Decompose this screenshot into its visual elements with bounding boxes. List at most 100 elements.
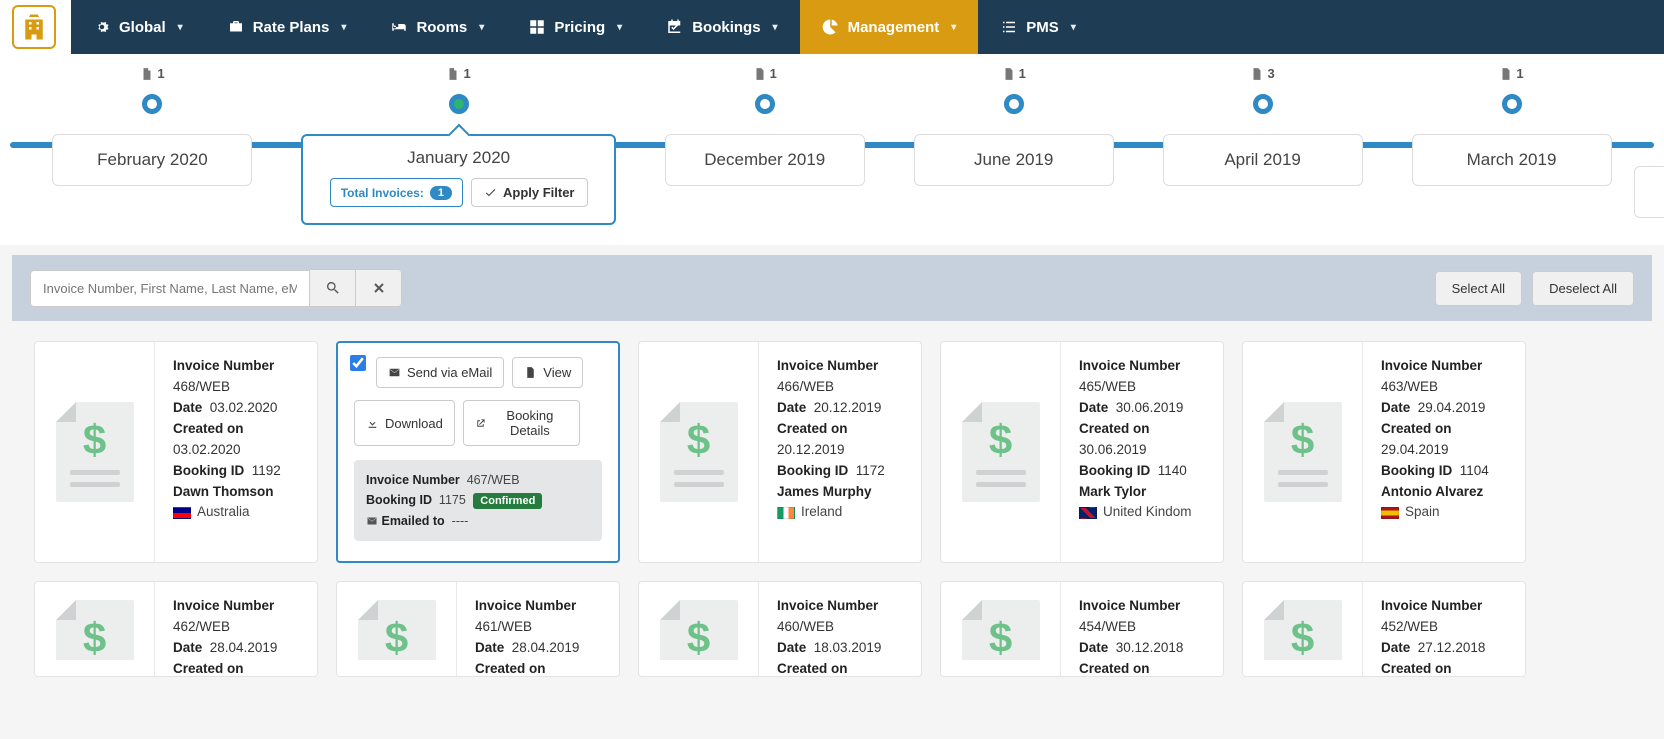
label-created: Created on: [777, 661, 848, 676]
search-button[interactable]: [310, 269, 356, 307]
invoice-card[interactable]: $ Invoice Number 454/WEB Date 30.12.2018…: [940, 581, 1224, 677]
status-badge: Confirmed: [473, 493, 542, 509]
invoice-card[interactable]: $ Invoice Number 465/WEB Date 30.06.2019…: [940, 341, 1224, 563]
invoice-card[interactable]: $ Invoice Number 460/WEB Date 18.03.2019…: [638, 581, 922, 677]
timeline-dot[interactable]: [1502, 94, 1522, 114]
card-actions: Send via eMail View Download Booking Det…: [376, 357, 602, 446]
date-value: 28.04.2019: [512, 640, 580, 655]
timeline-card[interactable]: February 2020: [52, 134, 252, 186]
label-invoice-number: Invoice Number: [475, 598, 576, 613]
invoice-card[interactable]: $ Invoice Number 462/WEB Date 28.04.2019…: [34, 581, 318, 677]
timeline-count: 3: [1250, 66, 1274, 81]
card-meta: Invoice Number 467/WEB Booking ID 1175 C…: [354, 460, 602, 541]
customer-name: James Murphy: [777, 484, 872, 499]
apply-filter-button[interactable]: Apply Filter: [471, 178, 588, 207]
nav-label: PMS: [1026, 19, 1059, 36]
timeline-dot[interactable]: [755, 94, 775, 114]
timeline-card[interactable]: December 2019: [665, 134, 865, 186]
card-checkbox[interactable]: [350, 355, 366, 371]
caret-icon: ▾: [951, 22, 956, 33]
label-emailed-to: Emailed to: [381, 514, 444, 528]
view-button[interactable]: View: [512, 357, 583, 388]
nav-management[interactable]: Management▾: [800, 0, 979, 54]
timeline-dot[interactable]: [142, 94, 162, 114]
search-icon: [325, 280, 341, 296]
logo[interactable]: [12, 5, 56, 49]
timeline-col: 1 December 2019: [650, 94, 879, 225]
invoice-number-value: 461/WEB: [475, 617, 609, 638]
timeline-count: 1: [753, 66, 777, 81]
booking-details-button[interactable]: Booking Details: [463, 400, 580, 446]
nav-pricing[interactable]: Pricing▾: [506, 0, 644, 54]
invoice-card-selected[interactable]: Send via eMail View Download Booking Det…: [336, 341, 620, 563]
nav-global[interactable]: Global▾: [71, 0, 205, 54]
timeline-card-active[interactable]: January 2020 Total Invoices: 1 Apply Fil…: [301, 134, 616, 225]
date-value: 20.12.2019: [814, 400, 882, 415]
count-value: 1: [770, 66, 777, 81]
search-input[interactable]: [30, 270, 310, 307]
nav-items: Global▾ Rate Plans▾ Rooms▾ Pricing▾ Book…: [71, 0, 1664, 54]
timeline-label: February 2020: [97, 150, 208, 170]
flag-icon: [1381, 507, 1399, 519]
invoice-number-value: 454/WEB: [1079, 617, 1213, 638]
booking-id-value: 1140: [1158, 463, 1187, 478]
send-email-button[interactable]: Send via eMail: [376, 357, 504, 388]
doc-icon: [140, 67, 154, 81]
timeline-dot[interactable]: [1253, 94, 1273, 114]
doc-icon: [1002, 67, 1016, 81]
nav-label: Global: [119, 19, 166, 36]
timeline-card[interactable]: April 2019: [1163, 134, 1363, 186]
deselect-all-button[interactable]: Deselect All: [1532, 271, 1634, 306]
label-date: Date: [173, 400, 202, 415]
invoice-card[interactable]: $ Invoice Number 461/WEB Date 28.04.2019…: [336, 581, 620, 677]
doc-thumbnail: $: [941, 342, 1061, 562]
doc-icon: [446, 67, 460, 81]
flag-icon: [1079, 507, 1097, 519]
select-all-button[interactable]: Select All: [1435, 271, 1522, 306]
label-invoice-number: Invoice Number: [777, 358, 878, 373]
count-value: 1: [1019, 66, 1026, 81]
doc-thumbnail: $: [35, 582, 155, 676]
gears-icon: [93, 18, 111, 36]
timeline-label: April 2019: [1224, 150, 1301, 170]
date-value: 29.04.2019: [1418, 400, 1486, 415]
timeline-overflow[interactable]: [1634, 166, 1664, 218]
country-value: Ireland: [801, 502, 842, 523]
label-invoice-number: Invoice Number: [173, 358, 274, 373]
timeline-dot[interactable]: [1004, 94, 1024, 114]
booking-details-label: Booking Details: [492, 408, 568, 438]
nav-rate-plans[interactable]: Rate Plans▾: [205, 0, 369, 54]
doc-thumbnail: $: [1243, 342, 1363, 562]
invoice-card[interactable]: $ Invoice Number 452/WEB Date 27.12.2018…: [1242, 581, 1526, 677]
clear-search-button[interactable]: [356, 269, 402, 307]
label-created: Created on: [1079, 421, 1150, 436]
timeline-dot-active[interactable]: [449, 94, 469, 114]
country-value: Spain: [1405, 502, 1440, 523]
timeline: 1 February 2020 1 January 2020 Total Inv…: [0, 54, 1664, 245]
timeline-label: January 2020: [407, 148, 510, 168]
date-value: 30.06.2019: [1116, 400, 1184, 415]
download-button[interactable]: Download: [354, 400, 455, 446]
invoice-number-value: 467/WEB: [467, 473, 520, 487]
nav-rooms[interactable]: Rooms▾: [368, 0, 506, 54]
timeline-card[interactable]: March 2019: [1412, 134, 1612, 186]
label-date: Date: [1079, 640, 1108, 655]
invoice-number-value: 460/WEB: [777, 617, 911, 638]
count-value: 1: [463, 66, 470, 81]
invoice-card[interactable]: $ Invoice Number 466/WEB Date 20.12.2019…: [638, 341, 922, 563]
nav-pms[interactable]: PMS▾: [978, 0, 1098, 54]
date-value: 03.02.2020: [210, 400, 278, 415]
timeline-card[interactable]: June 2019: [914, 134, 1114, 186]
envelope-icon: [388, 366, 401, 379]
nav-bookings[interactable]: Bookings▾: [644, 0, 799, 54]
nav-label: Rooms: [416, 19, 467, 36]
timeline-label: June 2019: [974, 150, 1053, 170]
invoice-card[interactable]: $ Invoice Number 463/WEB Date 29.04.2019…: [1242, 341, 1526, 563]
doc-thumbnail: $: [337, 582, 457, 676]
dollar-icon: $: [660, 416, 738, 464]
invoice-card[interactable]: $ Invoice Number 468/WEB Date 03.02.2020…: [34, 341, 318, 563]
label-invoice-number: Invoice Number: [1381, 598, 1482, 613]
invoice-info: Invoice Number 468/WEB Date 03.02.2020 C…: [155, 342, 317, 562]
external-link-icon: [475, 417, 486, 430]
timeline-count: 1: [1002, 66, 1026, 81]
